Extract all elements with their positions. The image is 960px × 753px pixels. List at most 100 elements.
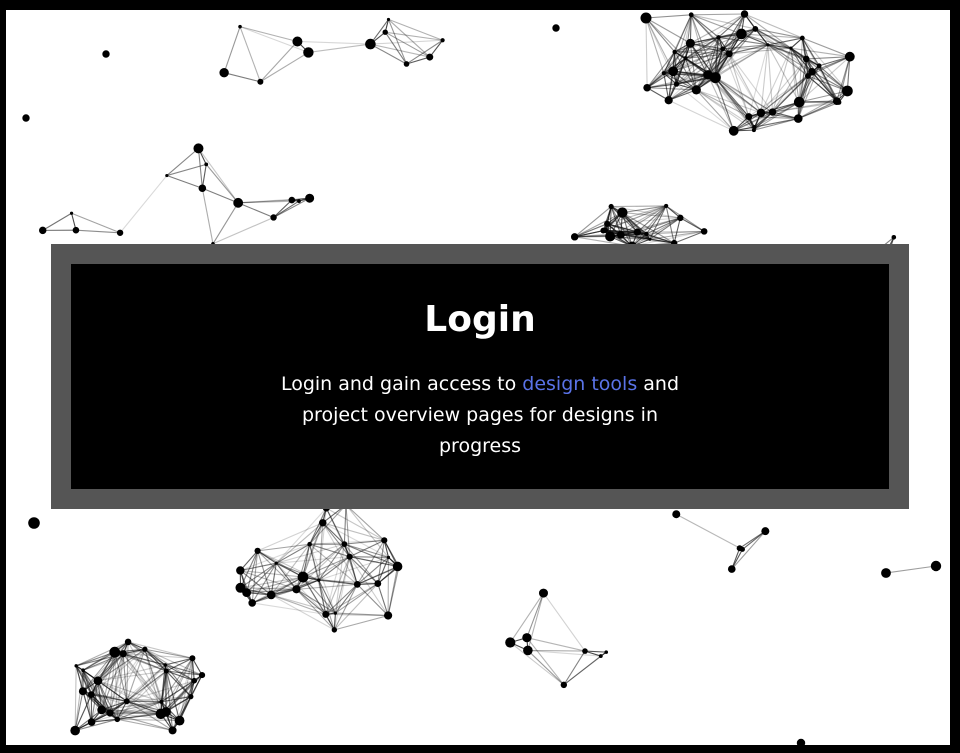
network-node [600, 227, 607, 234]
network-node [560, 681, 568, 689]
network-node [703, 70, 713, 80]
network-link [722, 48, 762, 114]
network-link [760, 44, 769, 113]
network-node [109, 646, 121, 658]
network-node [22, 114, 30, 122]
network-node [844, 51, 855, 62]
network-node [70, 725, 80, 736]
network-node [189, 655, 196, 662]
network-node [155, 708, 167, 720]
network-node [292, 585, 301, 594]
network-node [616, 230, 625, 239]
network-node [292, 36, 303, 47]
network-node [204, 162, 209, 167]
network-node [598, 654, 603, 658]
network-link [885, 565, 937, 574]
network-node [114, 716, 121, 723]
network-node [266, 590, 276, 600]
network-node [725, 50, 733, 58]
network-node [270, 214, 277, 221]
network-node [664, 96, 673, 105]
network-node [106, 709, 114, 717]
network-node [81, 668, 85, 673]
network-node [28, 517, 40, 529]
network-node [257, 78, 264, 85]
network-node [505, 637, 516, 648]
network-node [673, 81, 680, 87]
network-node [700, 228, 708, 235]
network-node [116, 229, 124, 236]
network-node [881, 568, 891, 578]
network-node [119, 650, 127, 658]
network-node [319, 519, 327, 527]
network-node [159, 699, 164, 704]
network-node [736, 28, 747, 40]
network-node [317, 578, 321, 582]
network-node [331, 627, 338, 633]
network-node [238, 24, 242, 29]
network-node [384, 611, 393, 620]
network-link [297, 40, 371, 45]
network-node [193, 143, 204, 154]
network-node [333, 611, 338, 615]
network-link [349, 556, 389, 558]
network-node [523, 645, 533, 656]
network-link [239, 26, 261, 82]
network-link [212, 202, 239, 245]
network-node [604, 220, 611, 227]
network-link [343, 504, 347, 545]
network-link [259, 41, 298, 83]
network-link [526, 592, 545, 638]
network-node [386, 17, 391, 22]
network-node [174, 715, 185, 726]
network-node [305, 193, 315, 203]
network-link [760, 47, 792, 114]
network-link [119, 175, 168, 234]
network-link [309, 544, 320, 581]
network-node [78, 687, 87, 696]
network-node [274, 561, 278, 565]
network-node [633, 228, 641, 236]
network-link [406, 56, 430, 65]
network-node [768, 108, 777, 116]
network-node [644, 231, 649, 237]
network-node [233, 197, 244, 208]
network-node [751, 128, 756, 133]
network-node [403, 61, 410, 67]
network-link [308, 43, 371, 53]
network-node [808, 68, 816, 76]
network-node [396, 564, 402, 569]
login-description: Login and gain access to design tools an… [270, 369, 690, 462]
network-node [69, 211, 74, 215]
network-node [322, 610, 330, 618]
network-node [198, 184, 207, 193]
network-node [254, 547, 261, 554]
page-title: Login [424, 299, 536, 340]
network-node [341, 541, 348, 548]
network-node [297, 199, 301, 203]
network-node [288, 196, 296, 204]
network-node [382, 29, 388, 35]
network-node [661, 71, 666, 76]
network-node [582, 648, 588, 654]
network-node [346, 553, 353, 560]
network-link [237, 202, 274, 218]
design-tools-link[interactable]: design tools [522, 373, 637, 395]
network-link [645, 17, 648, 88]
network-node [752, 26, 759, 32]
network-node [739, 546, 745, 552]
network-link [691, 13, 745, 16]
network-node [841, 85, 853, 97]
network-link [680, 217, 705, 232]
network-node [745, 113, 753, 121]
network-node [836, 99, 842, 105]
network-node [605, 231, 616, 242]
network-node [677, 214, 684, 222]
network-node [93, 676, 103, 686]
network-node [242, 588, 252, 598]
network-link [370, 43, 407, 65]
network-node [74, 664, 78, 668]
network-node [168, 726, 177, 735]
network-node [608, 203, 614, 210]
network-node [39, 226, 47, 235]
